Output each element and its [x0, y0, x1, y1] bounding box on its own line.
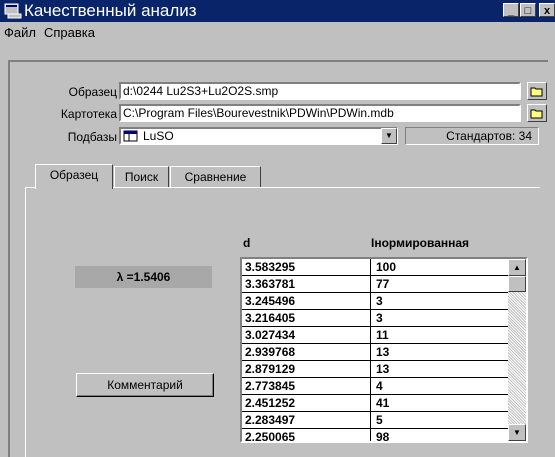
- app-window-icon: [4, 3, 22, 19]
- cell-intensity: 41: [376, 396, 390, 410]
- cell-intensity: 3: [376, 294, 383, 308]
- tab-sample[interactable]: Образец: [35, 164, 113, 189]
- catalog-browse-button[interactable]: [527, 104, 547, 122]
- cell-d: 3.027434: [245, 328, 296, 342]
- table-row[interactable]: 2.773845 4: [242, 378, 508, 395]
- tab-search[interactable]: Поиск: [114, 166, 169, 188]
- sample-browse-button[interactable]: [527, 82, 547, 100]
- scroll-down-icon[interactable]: ▼: [508, 424, 526, 441]
- cell-d: 2.879129: [245, 362, 296, 376]
- cell-intensity: 11: [376, 328, 389, 342]
- scroll-up-icon[interactable]: ▲: [508, 259, 526, 276]
- cell-d: 3.245496: [245, 294, 296, 308]
- cell-d: 2.773845: [245, 379, 296, 393]
- cell-intensity: 77: [376, 277, 390, 291]
- window-title: Качественный анализ: [24, 1, 197, 20]
- cell-d: 3.216405: [245, 311, 296, 325]
- table-row[interactable]: 3.027434 11: [242, 327, 508, 344]
- cell-d: 2.939768: [245, 345, 296, 359]
- subbase-value: LuSO: [143, 129, 174, 143]
- column-header-d: d: [243, 236, 251, 250]
- table-row[interactable]: 3.245496 3: [242, 293, 508, 310]
- sample-label: Образец: [68, 85, 117, 99]
- scroll-thumb[interactable]: [508, 276, 526, 292]
- table-row[interactable]: 3.216405 3: [242, 310, 508, 327]
- cell-intensity: 13: [376, 345, 390, 359]
- sample-path-field[interactable]: d:\0244 Lu2S3+Lu2O2S.smp: [119, 82, 521, 100]
- maximize-button[interactable]: □: [520, 3, 536, 17]
- table-row[interactable]: 2.250065 98: [242, 429, 508, 443]
- table-row[interactable]: 2.939768 13: [242, 344, 508, 361]
- cell-intensity: 98: [376, 430, 390, 443]
- wavelength-label: λ =1.5406: [75, 266, 212, 288]
- table-row[interactable]: 2.879129 13: [242, 361, 508, 378]
- subbase-label: Подбазы: [67, 130, 117, 144]
- cell-intensity: 13: [376, 362, 390, 376]
- table-row[interactable]: 3.583295 100: [242, 259, 508, 276]
- cell-d: 2.451252: [245, 396, 296, 410]
- subbase-select[interactable]: LuSO: [119, 127, 398, 145]
- table-row[interactable]: 2.451252 41: [242, 395, 508, 412]
- cell-intensity: 100: [376, 260, 397, 274]
- comment-button[interactable]: Комментарий: [76, 373, 214, 397]
- table-scrollbar[interactable]: ▲ ▼: [508, 259, 526, 441]
- tab-compare[interactable]: Сравнение: [170, 166, 261, 188]
- standards-count: Стандартов: 34: [405, 127, 539, 145]
- table-row[interactable]: 3.363781 77: [242, 276, 508, 293]
- menu-help[interactable]: Справка: [44, 25, 95, 41]
- cell-d: 3.583295: [245, 260, 296, 274]
- column-header-intensity: Iнормированная: [371, 236, 470, 250]
- menu-bar: Файл Справка: [0, 22, 555, 44]
- menu-file[interactable]: Файл: [4, 25, 36, 41]
- cell-d: 3.363781: [245, 277, 296, 291]
- close-button[interactable]: x: [539, 3, 555, 17]
- table-row[interactable]: 2.283497 5: [242, 412, 508, 429]
- cell-intensity: 5: [376, 413, 383, 427]
- folder-icon: [530, 109, 543, 119]
- cell-d: 2.250065: [245, 430, 296, 443]
- database-icon: [123, 130, 138, 142]
- chevron-down-icon[interactable]: ▼: [381, 128, 397, 144]
- peak-table[interactable]: 3.583295 100 3.363781 77 3.245496 3 3.21640…: [240, 257, 528, 443]
- catalog-path-field[interactable]: C:\Program Files\Bourevestnik\PDWin\PDWi…: [119, 104, 521, 122]
- cell-intensity: 4: [376, 379, 383, 393]
- cell-d: 2.283497: [245, 413, 296, 427]
- folder-icon: [530, 87, 543, 97]
- cell-intensity: 3: [376, 311, 383, 325]
- minimize-button[interactable]: _: [503, 3, 519, 17]
- title-bar: Качественный анализ _ □ x: [0, 0, 555, 22]
- catalog-label: Картотека: [60, 107, 117, 121]
